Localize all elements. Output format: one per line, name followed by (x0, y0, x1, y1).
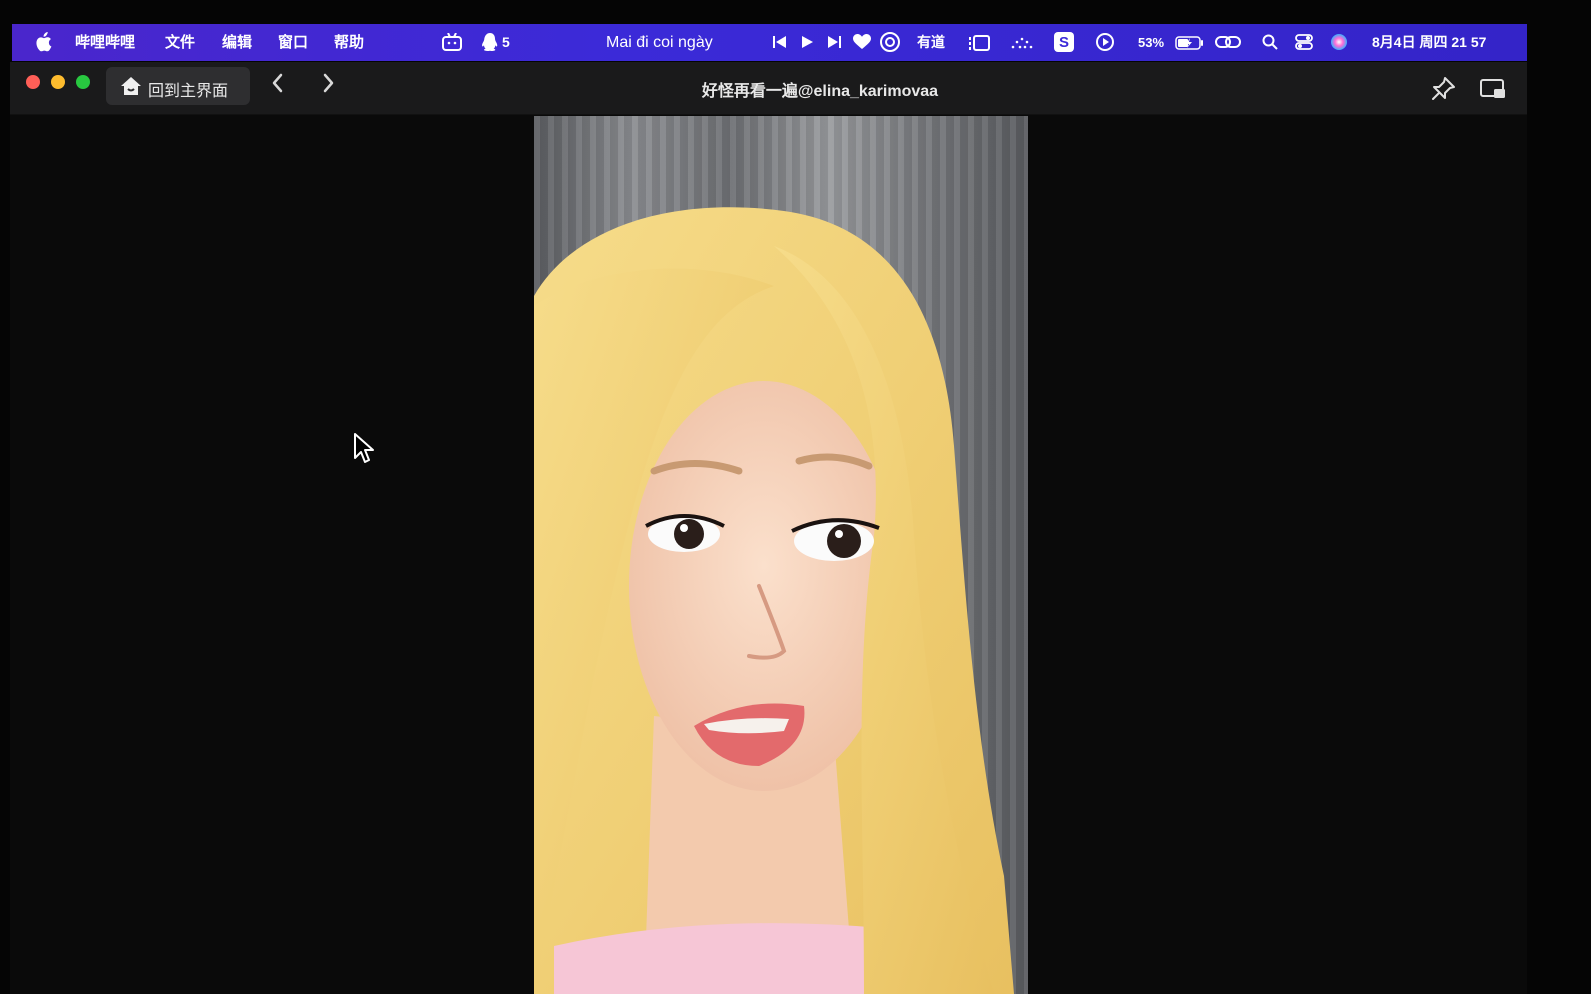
video-frame[interactable] (534, 116, 1028, 994)
forward-arrow-icon[interactable] (320, 72, 336, 99)
control-center-icon[interactable] (1295, 33, 1313, 51)
back-arrow-icon[interactable] (270, 72, 286, 99)
minimize-window-button[interactable] (51, 75, 65, 89)
menu-help[interactable]: 帮助 (334, 24, 364, 61)
heart-icon[interactable] (853, 34, 871, 50)
mouse-cursor-icon (354, 433, 376, 470)
now-playing-title[interactable]: Mai đi coi ngày (606, 24, 713, 61)
play-icon[interactable] (800, 35, 814, 49)
battery-icon[interactable] (1175, 36, 1205, 50)
video-portrait-image (534, 207, 1014, 994)
siri-icon[interactable] (1330, 33, 1348, 51)
battery-percent: 53% (1138, 35, 1165, 50)
player-window: 回到主界面 好怪再看一遍@elina_karimovaa (10, 62, 1527, 994)
picture-in-picture-icon[interactable] (1480, 78, 1506, 105)
home-icon (120, 76, 142, 101)
close-window-button[interactable] (26, 75, 40, 89)
apple-icon[interactable] (34, 32, 52, 52)
stage-manager-icon[interactable] (968, 34, 990, 52)
notification-count: 5 (502, 34, 510, 50)
pin-icon[interactable] (1430, 76, 1456, 107)
play-circle-icon[interactable] (1096, 33, 1114, 51)
search-icon[interactable] (1262, 34, 1278, 50)
menu-bar: 哔哩哔哩 文件 编辑 窗口 帮助 5 Mai đi coi ngày 有道 S … (12, 24, 1527, 61)
title-bar[interactable]: 回到主界面 好怪再看一遍@elina_karimovaa (10, 62, 1527, 115)
home-button-label: 回到主界面 (148, 83, 229, 100)
menu-app-name[interactable]: 哔哩哔哩 (75, 24, 135, 61)
previous-track-icon[interactable] (772, 35, 788, 49)
svg-text:S: S (1059, 34, 1069, 51)
zoom-window-button[interactable] (76, 75, 90, 89)
back-to-home-button[interactable]: 回到主界面 (106, 67, 250, 105)
link-icon[interactable] (1215, 34, 1241, 50)
menu-file[interactable]: 文件 (165, 24, 195, 61)
qq-penguin-icon[interactable] (482, 33, 498, 51)
bilibili-tv-icon[interactable] (442, 33, 462, 51)
youdao-dict-label[interactable]: 有道 (917, 24, 945, 61)
sogou-input-icon[interactable]: S (1054, 32, 1074, 52)
wifi-dots-icon[interactable] (1010, 36, 1034, 50)
music-app-icon[interactable] (880, 32, 900, 52)
menu-edit[interactable]: 编辑 (222, 24, 252, 61)
menu-window[interactable]: 窗口 (278, 24, 308, 61)
window-title: 好怪再看一遍@elina_karimovaa (701, 83, 939, 100)
menubar-clock[interactable]: 8月4日 周四 21 57 (1372, 24, 1486, 61)
next-track-icon[interactable] (826, 35, 842, 49)
